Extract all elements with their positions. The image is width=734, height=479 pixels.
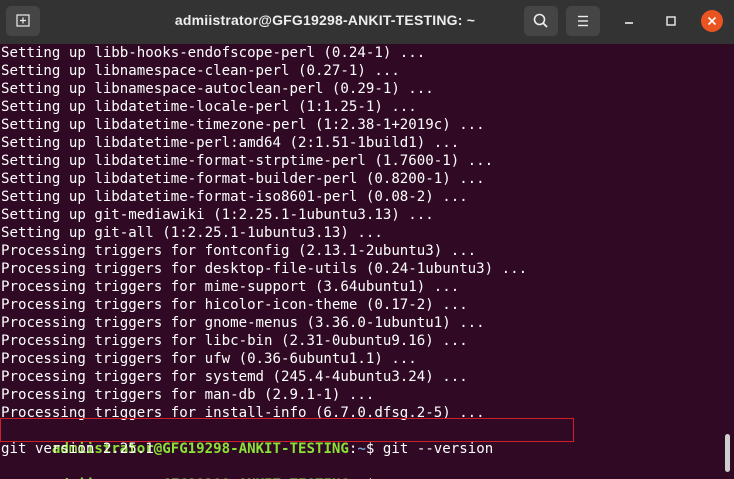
maximize-button[interactable] bbox=[660, 10, 682, 32]
output-line: Setting up libdatetime-format-strptime-p… bbox=[1, 153, 494, 169]
terminal-window: admiistrator@GFG19298-ANKIT-TESTING: ~ S… bbox=[0, 0, 734, 479]
output-line: Setting up libnamespace-autoclean-perl (… bbox=[1, 81, 434, 97]
output-line: Setting up libdatetime-format-iso8601-pe… bbox=[1, 189, 468, 205]
search-icon bbox=[533, 13, 548, 28]
active-prompt-line[interactable]: admiistrator@GFG19298-ANKIT-TESTING:~$ bbox=[1, 458, 374, 479]
title-bar: admiistrator@GFG19298-ANKIT-TESTING: ~ bbox=[0, 0, 734, 44]
output-line: Setting up libb-hooks-endofscope-perl (0… bbox=[1, 45, 426, 61]
output-line: Processing triggers for libc-bin (2.31-0… bbox=[1, 333, 468, 349]
output-line: Setting up libdatetime-format-builder-pe… bbox=[1, 171, 485, 187]
output-line: Processing triggers for systemd (245.4-4… bbox=[1, 369, 468, 385]
close-button[interactable] bbox=[701, 10, 723, 32]
output-line: Setting up git-mediawiki (1:2.25.1-1ubun… bbox=[1, 207, 434, 223]
search-button[interactable] bbox=[524, 6, 558, 36]
command-output: git version 2.25.1 bbox=[1, 441, 154, 457]
minimize-button[interactable] bbox=[618, 10, 640, 32]
output-line: Setting up libdatetime-perl:amd64 (2:1.5… bbox=[1, 135, 460, 151]
output-line: Processing triggers for mime-support (3.… bbox=[1, 279, 460, 295]
terminal-scrollbar[interactable] bbox=[725, 434, 730, 472]
output-line: Processing triggers for ufw (0.36-6ubunt… bbox=[1, 351, 417, 367]
output-line: Setting up libdatetime-locale-perl (1:1.… bbox=[1, 99, 417, 115]
command-line: admiistrator@GFG19298-ANKIT-TESTING:~$ g… bbox=[1, 422, 493, 457]
window-title: admiistrator@GFG19298-ANKIT-TESTING: ~ bbox=[174, 12, 476, 28]
maximize-icon bbox=[666, 16, 676, 26]
hamburger-menu-icon bbox=[578, 15, 588, 27]
command-text: git --version bbox=[374, 441, 494, 457]
output-line: Processing triggers for hicolor-icon-the… bbox=[1, 297, 468, 313]
prompt-path: ~ bbox=[357, 441, 366, 457]
minimize-icon bbox=[625, 22, 633, 24]
output-line: Processing triggers for install-info (6.… bbox=[1, 405, 485, 421]
output-line: Setting up libnamespace-clean-perl (0.27… bbox=[1, 63, 400, 79]
output-line: Processing triggers for gnome-menus (3.3… bbox=[1, 315, 485, 331]
output-line: Setting up git-all (1:2.25.1-1ubuntu3.13… bbox=[1, 225, 383, 241]
output-line: Processing triggers for desktop-file-uti… bbox=[1, 261, 528, 277]
close-icon bbox=[707, 16, 717, 26]
output-line: Setting up libdatetime-timezone-perl (1:… bbox=[1, 117, 485, 133]
new-tab-icon bbox=[16, 14, 30, 27]
new-tab-button[interactable] bbox=[6, 6, 40, 36]
menu-button[interactable] bbox=[566, 6, 600, 36]
output-line: Processing triggers for fontconfig (2.13… bbox=[1, 243, 477, 259]
terminal-output-area[interactable]: Setting up libb-hooks-endofscope-perl (0… bbox=[0, 44, 734, 479]
output-line: Processing triggers for man-db (2.9.1-1)… bbox=[1, 387, 375, 403]
